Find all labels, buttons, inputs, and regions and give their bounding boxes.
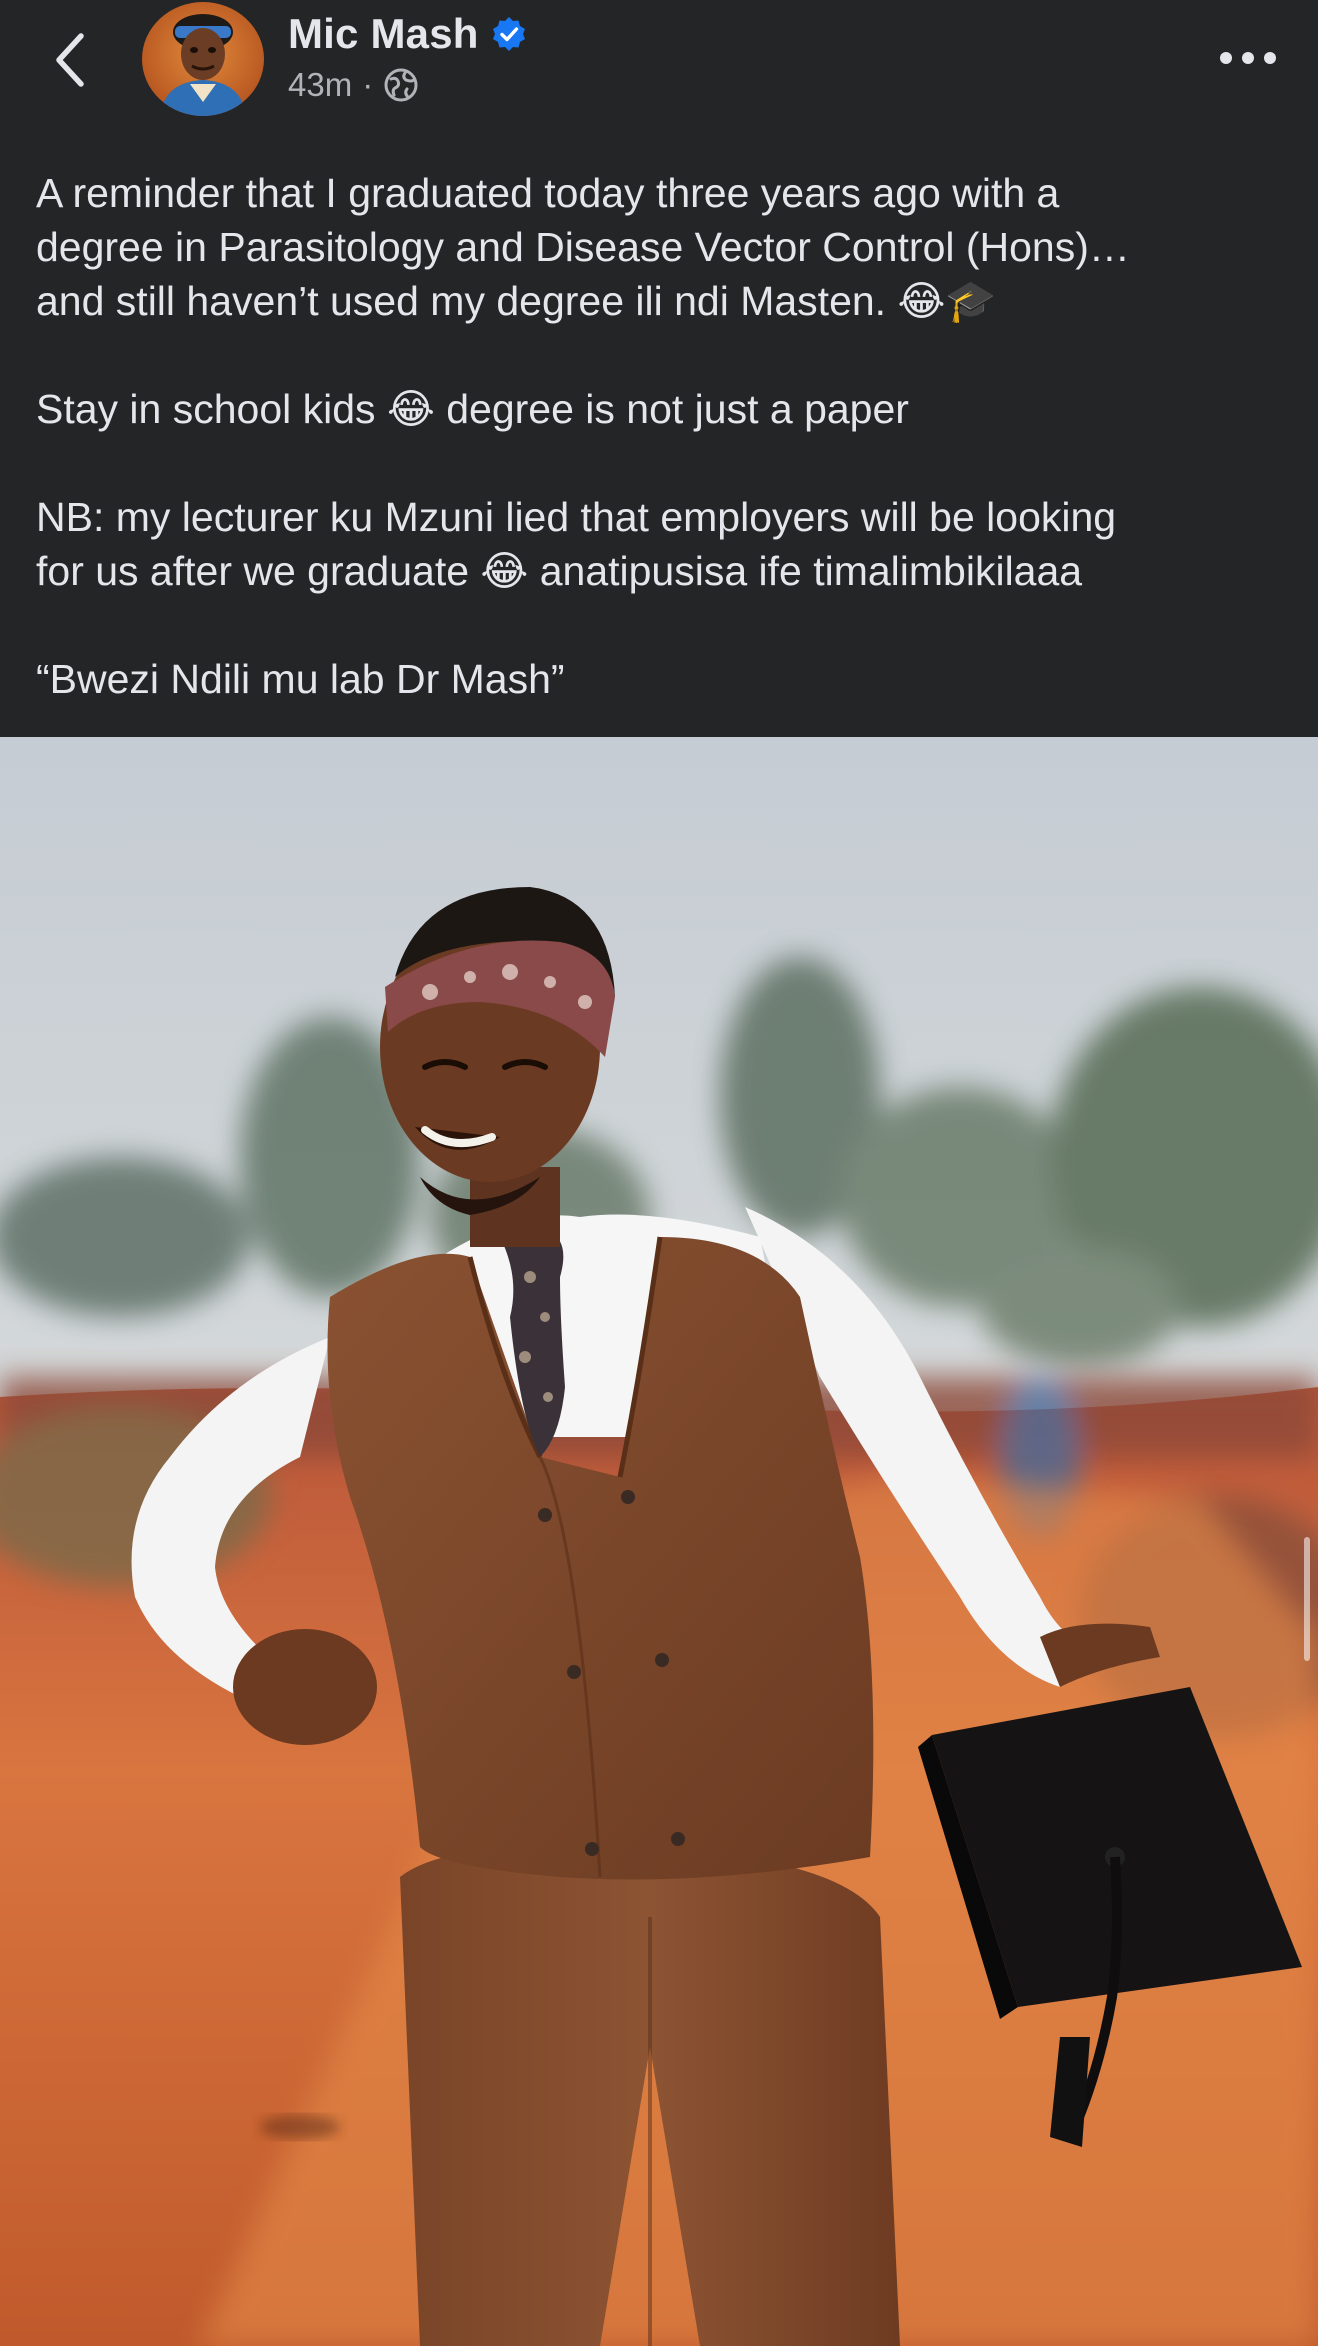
post-caption: A reminder that I graduated today three … (36, 166, 1286, 706)
back-button[interactable] (38, 22, 102, 98)
caption-line: for us after we graduate 😂 anatipusisa i… (36, 548, 1083, 594)
caption-line: “Bwezi Ndili mu lab Dr Mash” (36, 656, 565, 702)
caption-line: and still haven’t used my degree ili ndi… (36, 278, 997, 324)
caption-line: NB: my lecturer ku Mzuni lied that emplo… (36, 494, 1117, 540)
post-meta: 43m · (288, 62, 419, 108)
author-name[interactable]: Mic Mash (288, 10, 479, 58)
more-horizontal-icon (1220, 52, 1276, 64)
post-viewer: Mic Mash 43m · A reminder that I graduat… (0, 0, 1318, 2346)
chevron-left-icon (56, 33, 84, 87)
caption-line: A reminder that I graduated today three … (36, 170, 1060, 216)
scrollbar-thumb[interactable] (1304, 1537, 1310, 1661)
caption-line: Stay in school kids 😂 degree is not just… (36, 386, 909, 432)
more-options-button[interactable] (1208, 30, 1288, 86)
globe-icon (383, 67, 419, 103)
author-name-row: Mic Mash (288, 6, 527, 62)
post-time[interactable]: 43m (288, 66, 352, 104)
meta-separator: · (362, 66, 374, 103)
post-header: Mic Mash 43m · (0, 0, 1318, 130)
caption-line: degree in Parasitology and Disease Vecto… (36, 224, 1130, 270)
verified-badge-icon (491, 16, 527, 52)
post-photo[interactable] (0, 737, 1318, 2346)
avatar[interactable] (142, 2, 264, 116)
